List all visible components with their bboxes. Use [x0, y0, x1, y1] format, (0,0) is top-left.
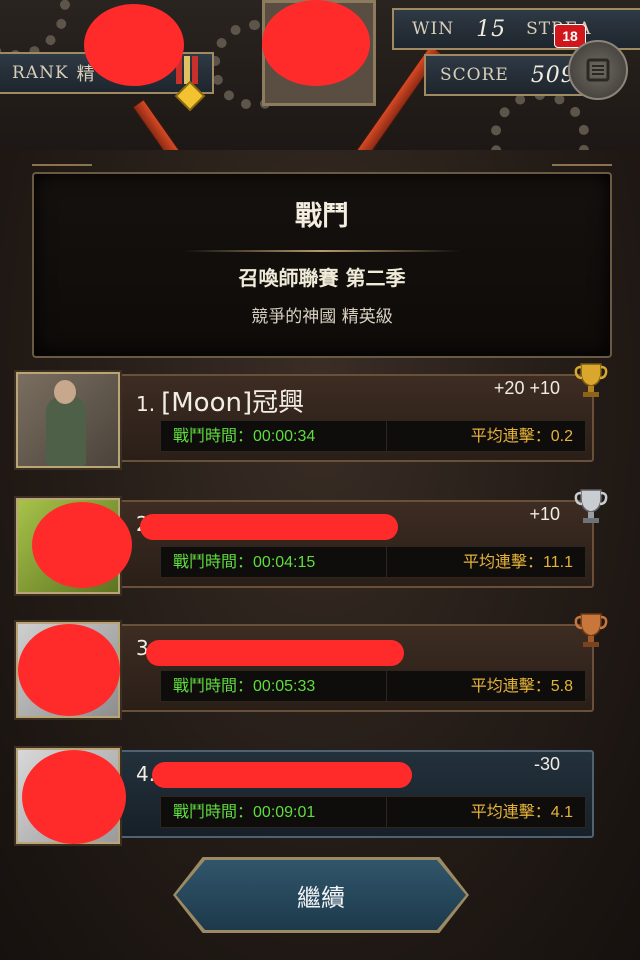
average-combo-value: 5.8 [550, 678, 573, 695]
continue-button[interactable]: 繼續 [173, 857, 469, 933]
title-divider [184, 250, 460, 252]
player-entry: 1. [Moon]冠興 [136, 382, 304, 419]
average-combo: 平均連擊：11.1 [386, 546, 586, 578]
rank-number: 1. [136, 392, 156, 416]
points-change: +20 +10 [493, 378, 560, 398]
continue-label: 繼續 [297, 884, 345, 912]
redaction-mark [84, 4, 184, 86]
list-icon [586, 58, 610, 82]
silver-trophy-icon [574, 489, 608, 523]
gear-decoration-icon [490, 90, 590, 150]
battle-time: 戰鬥時間：00:00:34 [160, 420, 390, 452]
average-combo: 平均連擊：0.2 [386, 420, 586, 452]
average-combo-value: 0.2 [550, 428, 573, 445]
menu-button[interactable] [568, 40, 628, 100]
player-name: [Moon]冠興 [161, 388, 305, 418]
average-combo: 平均連擊：4.1 [386, 796, 586, 828]
rank-label: RANK [12, 63, 69, 83]
points-change: +10 [529, 504, 560, 524]
battle-time-value: 00:00:34 [253, 428, 316, 445]
points-change: -30 [533, 754, 560, 774]
redaction-mark [262, 0, 370, 86]
top-hud: RANK 精 WIN 15 STREA 18 SCORE 5096 [0, 0, 640, 150]
redaction-mark [140, 514, 398, 540]
average-combo-value: 11.1 [543, 554, 573, 571]
battle-time-label: 戰鬥時間： [173, 552, 254, 571]
page-title: 戰鬥 [295, 201, 349, 232]
battle-time-label: 戰鬥時間： [173, 676, 254, 695]
redaction-mark [18, 624, 120, 716]
battle-time-label: 戰鬥時間： [173, 802, 254, 821]
score-label: SCORE [440, 65, 509, 85]
gear-decoration-icon [0, 0, 70, 60]
redaction-mark [146, 640, 404, 666]
average-combo-label: 平均連擊： [470, 426, 551, 445]
battle-time: 戰鬥時間：00:09:01 [160, 796, 390, 828]
average-combo-value: 4.1 [550, 804, 573, 821]
result-row[interactable]: 4. -30 戰鬥時間：00:09:01 平均連擊：4.1 [12, 744, 594, 844]
battle-time-value: 00:04:15 [253, 554, 316, 571]
result-row[interactable]: 3. 戰鬥時間：00:05:33 平均連擊：5.8 [12, 613, 608, 718]
redaction-mark [32, 502, 132, 588]
average-combo-label: 平均連擊： [470, 676, 551, 695]
win-value: 15 [476, 16, 507, 42]
ornament [32, 164, 92, 180]
redaction-mark [22, 750, 126, 844]
battle-time: 戰鬥時間：00:05:33 [160, 670, 390, 702]
ornament [552, 164, 612, 180]
average-combo-label: 平均連擊： [470, 802, 551, 821]
battle-time: 戰鬥時間：00:04:15 [160, 546, 390, 578]
bronze-trophy-icon [574, 613, 608, 647]
event-subtitle: 競爭的神國 精英級 [251, 307, 393, 327]
player-avatar [16, 372, 120, 468]
event-name: 召喚師聯賽 第二季 [238, 266, 406, 290]
battle-time-value: 00:05:33 [253, 678, 316, 695]
result-row[interactable]: 1. [Moon]冠興 +20 +10 戰鬥時間：00:00:34 平均連擊：0.… [12, 363, 608, 468]
battle-title-panel: 戰鬥 召喚師聯賽 第二季 競爭的神國 精英級 [32, 164, 612, 358]
battle-time-value: 00:09:01 [253, 804, 316, 821]
gold-trophy-icon [574, 363, 608, 397]
result-row[interactable]: 2. +10 戰鬥時間：00:04:15 平均連擊：11.1 [12, 489, 608, 594]
win-label: WIN [412, 19, 455, 39]
battle-time-label: 戰鬥時間： [173, 426, 254, 445]
redaction-mark [152, 762, 412, 788]
score-panel: SCORE 5096 [424, 54, 590, 96]
average-combo: 平均連擊：5.8 [386, 670, 586, 702]
average-combo-label: 平均連擊： [463, 552, 544, 571]
